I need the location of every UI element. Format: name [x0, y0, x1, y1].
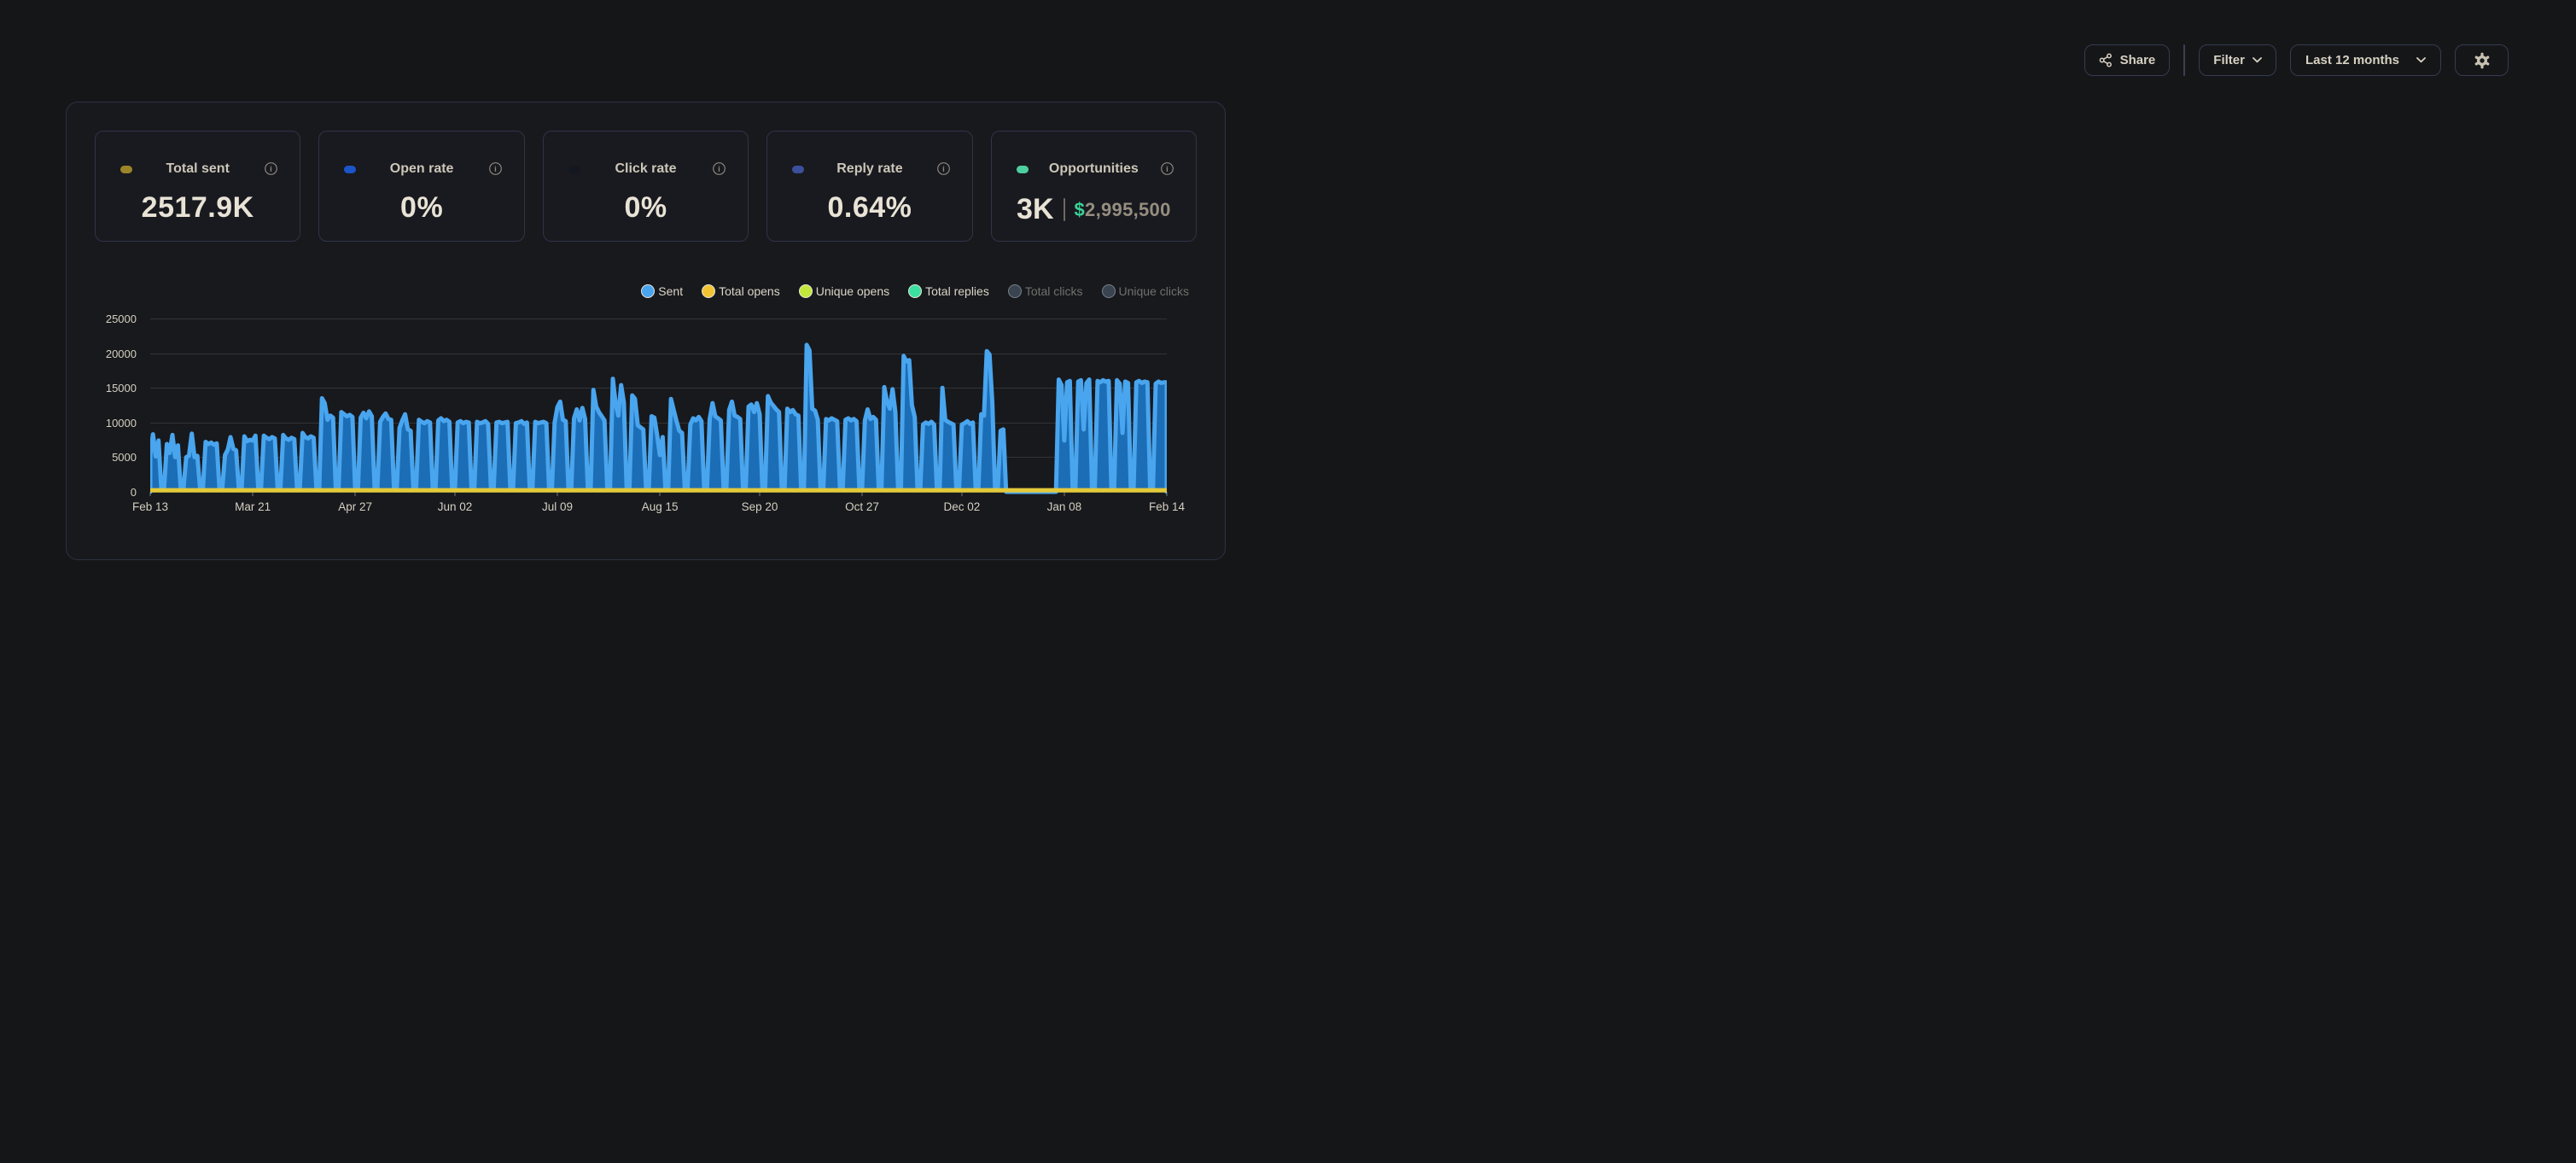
x-axis-label: Oct 27 — [832, 500, 892, 513]
y-axis-label: 15000 — [84, 382, 137, 394]
y-axis-label: 0 — [84, 486, 137, 499]
y-axis-label: 5000 — [84, 451, 137, 464]
filter-button[interactable]: Filter — [2199, 44, 2276, 76]
stat-card-value: 2517.9K — [96, 191, 300, 225]
info-icon[interactable]: i — [488, 161, 503, 176]
date-range-label: Last 12 months — [2305, 53, 2399, 67]
stat-card-reply-rate: Reply rate i 0.64% — [766, 131, 972, 242]
sent-series-chart[interactable] — [150, 319, 1167, 498]
legend-swatch — [908, 284, 922, 298]
opportunities-amount: $2,995,500 — [1075, 199, 1171, 221]
stat-card-value: 0% — [319, 191, 523, 225]
x-axis-label: Dec 02 — [932, 500, 992, 513]
info-icon[interactable]: i — [712, 161, 726, 176]
chart-legend: Sent Total opens Unique opens Total replies… — [641, 284, 1189, 298]
x-axis-label: Aug 15 — [630, 500, 690, 513]
legend-item-unique-clicks[interactable]: Unique clicks — [1102, 284, 1189, 298]
amount-text: 2,995,500 — [1085, 199, 1171, 220]
legend-swatch — [799, 284, 813, 298]
legend-label: Total opens — [719, 284, 780, 298]
legend-item-total-replies[interactable]: Total replies — [908, 284, 989, 298]
gear-icon — [2474, 52, 2491, 69]
legend-label: Total clicks — [1025, 284, 1083, 298]
legend-label: Total replies — [925, 284, 989, 298]
value-divider — [1064, 198, 1065, 221]
svg-text:i: i — [718, 165, 720, 174]
x-axis-label: Apr 27 — [325, 500, 385, 513]
info-icon[interactable]: i — [936, 161, 951, 176]
legend-item-total-opens[interactable]: Total opens — [702, 284, 780, 298]
x-axis-label: Mar 21 — [223, 500, 283, 513]
legend-swatch — [1102, 284, 1116, 298]
settings-button[interactable] — [2455, 44, 2509, 76]
chevron-down-icon — [2253, 57, 2262, 63]
info-icon[interactable]: i — [264, 161, 278, 176]
y-axis-label: 25000 — [84, 313, 137, 325]
legend-label: Unique opens — [816, 284, 889, 298]
legend-item-unique-opens[interactable]: Unique opens — [799, 284, 889, 298]
legend-item-sent[interactable]: Sent — [641, 284, 683, 298]
stat-card-click-rate: Click rate i 0% — [543, 131, 749, 242]
share-nodes-icon — [2099, 53, 2113, 67]
stat-card-opportunities: Opportunities i 3K $2,995,500 — [991, 131, 1197, 242]
y-axis-label: 20000 — [84, 348, 137, 360]
legend-swatch — [1008, 284, 1022, 298]
toolbar-divider — [2183, 44, 2185, 76]
share-button-label: Share — [2120, 53, 2156, 67]
svg-text:i: i — [942, 165, 945, 174]
y-axis-label: 10000 — [84, 417, 137, 430]
toolbar: Share Filter Last 12 months — [2084, 44, 2509, 76]
date-range-button[interactable]: Last 12 months — [2290, 44, 2441, 76]
dollar-sign: $ — [1075, 199, 1086, 220]
legend-label: Sent — [658, 284, 683, 298]
legend-swatch — [641, 284, 655, 298]
filter-button-label: Filter — [2213, 53, 2245, 67]
stat-cards-row: Total sent i 2517.9K Open rate i 0% Clic… — [95, 131, 1197, 242]
x-axis-label: Jul 09 — [527, 500, 587, 513]
stat-card-value: 0.64% — [767, 191, 971, 225]
legend-item-total-clicks[interactable]: Total clicks — [1008, 284, 1083, 298]
x-axis-label: Feb 14 — [1137, 500, 1197, 513]
opportunities-value-row: 3K $2,995,500 — [992, 193, 1196, 226]
x-axis-label: Feb 13 — [120, 500, 180, 513]
stat-card-value: 0% — [544, 191, 748, 225]
svg-text:i: i — [271, 165, 273, 174]
stat-card-total-sent: Total sent i 2517.9K — [95, 131, 300, 242]
analytics-panel: Total sent i 2517.9K Open rate i 0% Clic… — [66, 102, 1226, 560]
svg-text:i: i — [1166, 165, 1169, 174]
legend-label: Unique clicks — [1119, 284, 1189, 298]
x-axis-label: Sep 20 — [730, 500, 790, 513]
stat-card-open-rate: Open rate i 0% — [318, 131, 524, 242]
share-button[interactable]: Share — [2084, 44, 2171, 76]
svg-text:i: i — [494, 165, 497, 174]
legend-swatch — [702, 284, 715, 298]
opportunities-count: 3K — [1017, 193, 1053, 226]
info-icon[interactable]: i — [1160, 161, 1174, 176]
x-axis-label: Jan 08 — [1034, 500, 1094, 513]
x-axis-label: Jun 02 — [425, 500, 485, 513]
chevron-down-icon — [2416, 57, 2426, 63]
